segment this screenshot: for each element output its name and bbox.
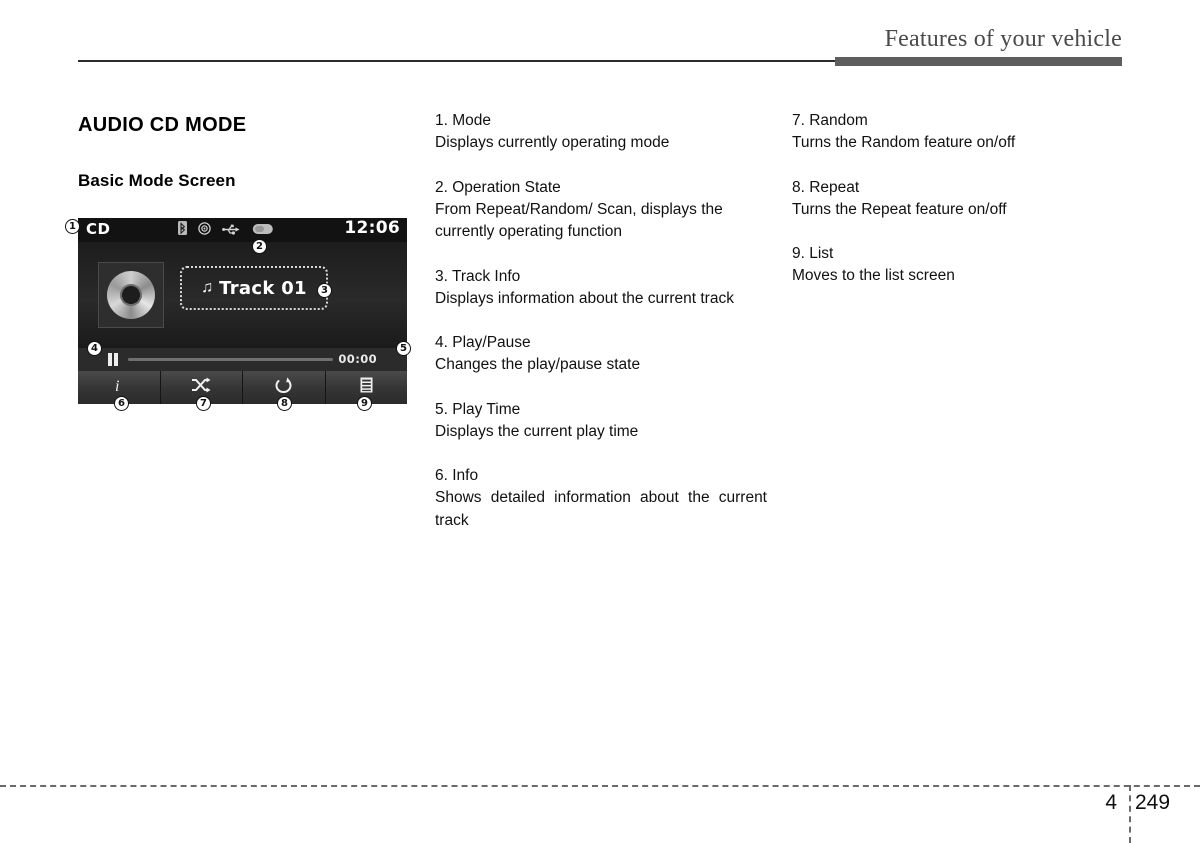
legend-item: 1. Mode Displays currently operating mod…: [435, 110, 767, 155]
callout-marker-9: 9: [357, 396, 372, 411]
page-number: 249: [1135, 791, 1171, 814]
legend-label: 5. Play Time: [435, 400, 521, 418]
legend-desc: Turns the Random feature on/off: [792, 134, 1016, 151]
legend-item: 8. Repeat Turns the Repeat feature on/of…: [792, 177, 1122, 222]
page-folio: 4 249: [1060, 791, 1192, 815]
column-middle: 1. Mode Displays currently operating mod…: [435, 110, 767, 554]
legend-desc: Displays currently operating mode: [435, 134, 670, 151]
legend-desc: From Repeat/Random/ Scan, displays the c…: [435, 200, 723, 241]
progress-bar[interactable]: [128, 358, 333, 361]
callout-marker-8: 8: [277, 396, 292, 411]
legend-desc: Turns the Repeat feature on/off: [792, 200, 1007, 218]
callout-marker-7: 7: [196, 396, 211, 411]
legend-item: 9. List Moves to the list screen: [792, 243, 1122, 288]
play-time: 00:00: [338, 352, 377, 366]
manual-page: Features of your vehicle AUDIO CD MODE B…: [0, 0, 1200, 843]
legend-label: 2. Operation State: [435, 178, 561, 196]
subsection-title: Basic Mode Screen: [78, 171, 236, 190]
device-clock: 12:06: [344, 218, 400, 238]
callout-marker-4: 4: [87, 341, 102, 356]
legend-label: 3. Track Info: [435, 267, 521, 285]
callout-marker-3: 3: [317, 283, 332, 298]
legend-label: 4. Play/Pause: [435, 334, 531, 351]
footer-rule: [0, 785, 1200, 787]
header-rule-thick: [835, 57, 1122, 66]
column-left: AUDIO CD MODE Basic Mode Screen: [78, 110, 418, 225]
running-header-title: Features of your vehicle: [884, 26, 1122, 52]
head-unit-screenshot: CD 12:06 ♫ Track 01 00:00 i: [78, 218, 407, 404]
album-art: [98, 262, 164, 328]
legend-label: 9. List: [792, 245, 834, 262]
legend-item: 7. Random Turns the Random feature on/of…: [792, 110, 1122, 155]
repeat-icon: [274, 377, 293, 398]
legend-desc: Changes the play/pause state: [435, 356, 641, 373]
device-progress-bar-row: 00:00: [78, 348, 407, 371]
callout-marker-5: 5: [396, 341, 411, 356]
bluetooth-icon: [178, 221, 187, 240]
svg-text:i: i: [115, 378, 119, 394]
legend-label: 6. Info: [435, 467, 479, 484]
device-body: ♫ Track 01: [78, 242, 407, 348]
device-status-bar: CD 12:06: [78, 218, 407, 242]
oval-icon: [252, 222, 274, 240]
header-rule-thin: [78, 60, 836, 62]
legend-item: 2. Operation State From Repeat/Random/ S…: [435, 177, 767, 244]
disc-icon: [198, 221, 211, 240]
legend-item: 5. Play Time Displays the current play t…: [435, 399, 767, 444]
track-title: Track 01: [219, 277, 307, 299]
callout-marker-2: 2: [252, 239, 267, 254]
shuffle-icon: [191, 377, 211, 398]
legend-label: 7. Random: [792, 112, 868, 129]
legend-label: 1. Mode: [435, 112, 492, 129]
legend-desc: Displays the current play time: [435, 422, 639, 440]
column-right: 7. Random Turns the Random feature on/of…: [792, 110, 1122, 310]
legend-item: 6. Info Shows detailed information about…: [435, 465, 767, 532]
legend-item: 4. Play/Pause Changes the play/pause sta…: [435, 332, 767, 377]
chapter-number: 4: [1105, 791, 1117, 814]
device-status-icons: [178, 221, 274, 240]
list-icon: [360, 377, 373, 398]
pause-icon[interactable]: [108, 353, 118, 366]
usb-icon: [222, 222, 241, 240]
device-mode-label: CD: [86, 220, 111, 238]
callout-marker-1: 1: [65, 219, 80, 234]
header-rule: [78, 57, 1122, 66]
track-info-box[interactable]: ♫ Track 01: [180, 266, 328, 310]
page-title: AUDIO CD MODE: [78, 114, 247, 136]
legend-desc: Shows detailed information about the cur…: [435, 489, 767, 529]
callout-marker-6: 6: [114, 396, 129, 411]
legend-label: 8. Repeat: [792, 178, 860, 196]
legend-item: 3. Track Info Displays information about…: [435, 266, 767, 311]
legend-desc: Displays information about the current t…: [435, 289, 734, 307]
music-note-icon: ♫: [201, 279, 214, 296]
cd-disc-icon: [107, 271, 155, 319]
legend-desc: Moves to the list screen: [792, 267, 955, 284]
